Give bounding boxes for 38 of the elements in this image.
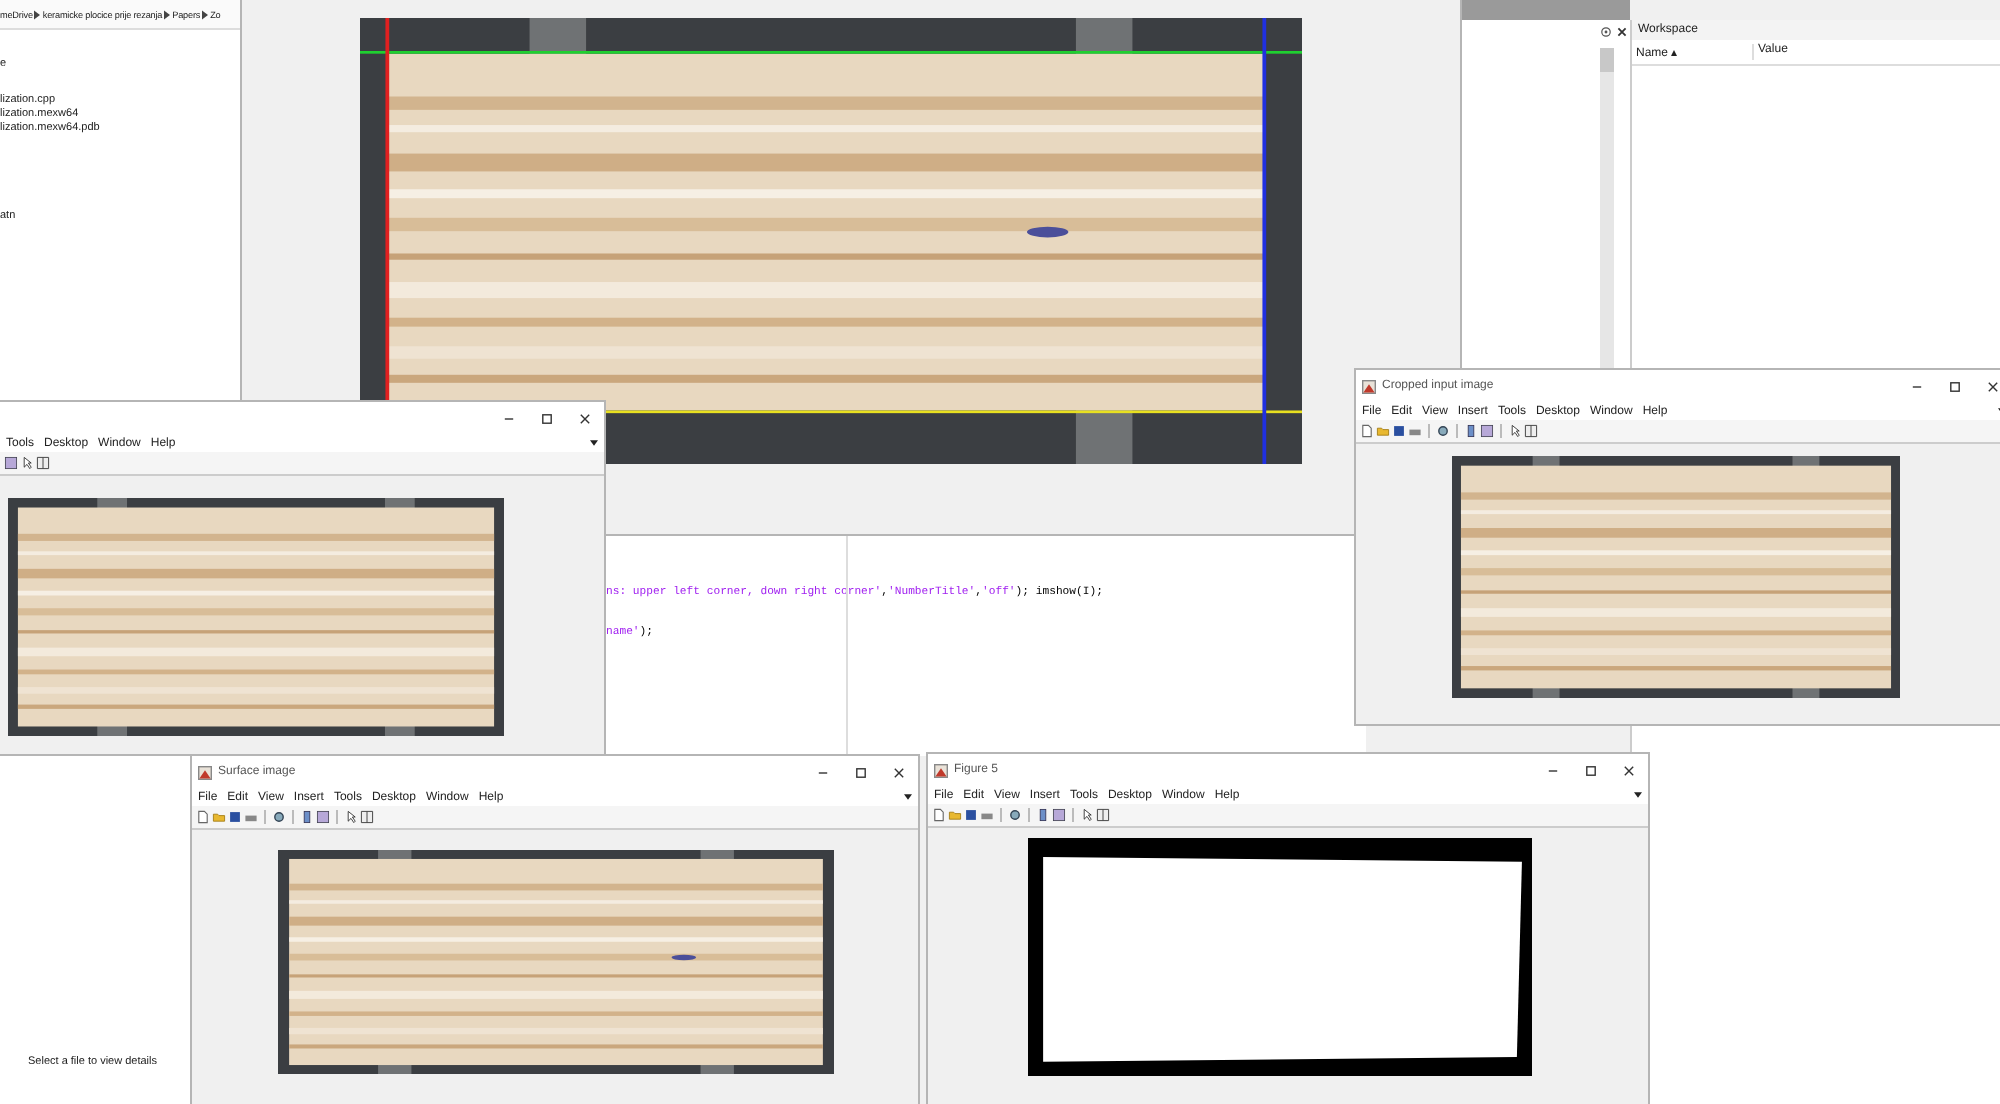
dropdown-icon[interactable] xyxy=(1634,792,1642,798)
maximize-icon[interactable] xyxy=(540,411,554,425)
document-icon[interactable] xyxy=(1360,424,1374,438)
cursor-icon[interactable] xyxy=(1080,808,1094,822)
close-icon[interactable] xyxy=(578,411,592,425)
panel-icon[interactable] xyxy=(36,456,50,470)
cursor-icon[interactable] xyxy=(344,810,358,824)
chevron-icon xyxy=(164,9,171,19)
panel-icon[interactable] xyxy=(360,810,374,824)
maximize-icon[interactable] xyxy=(1948,379,1962,393)
cursor-icon[interactable] xyxy=(1508,424,1522,438)
chevron-icon xyxy=(34,9,41,19)
bar-icon[interactable] xyxy=(1036,808,1050,822)
close-icon[interactable] xyxy=(1986,379,2000,393)
grid-icon[interactable] xyxy=(316,810,330,824)
cursor-icon[interactable] xyxy=(20,456,34,470)
document-icon[interactable] xyxy=(196,810,210,824)
document-icon[interactable] xyxy=(932,808,946,822)
figure-icon xyxy=(1362,379,1376,393)
bar-icon[interactable] xyxy=(300,810,314,824)
dropdown-icon[interactable] xyxy=(590,440,598,446)
grid-icon[interactable] xyxy=(4,456,18,470)
close-icon[interactable] xyxy=(1616,26,1628,38)
chevron-icon xyxy=(202,9,209,19)
figure-icon xyxy=(198,765,212,779)
bar-icon[interactable] xyxy=(1464,424,1478,438)
undock-icon[interactable] xyxy=(1600,26,1612,38)
scrollbar[interactable] xyxy=(1600,48,1614,372)
close-icon[interactable] xyxy=(892,765,906,779)
grid-icon[interactable] xyxy=(1052,808,1066,822)
maximize-icon[interactable] xyxy=(854,765,868,779)
grid-icon[interactable] xyxy=(1480,424,1494,438)
figure-icon xyxy=(934,763,948,777)
maximize-icon[interactable] xyxy=(1584,763,1598,777)
dropdown-icon[interactable] xyxy=(904,794,912,800)
close-icon[interactable] xyxy=(1622,763,1636,777)
panel-icon[interactable] xyxy=(1096,808,1110,822)
panel-icon[interactable] xyxy=(1524,424,1538,438)
